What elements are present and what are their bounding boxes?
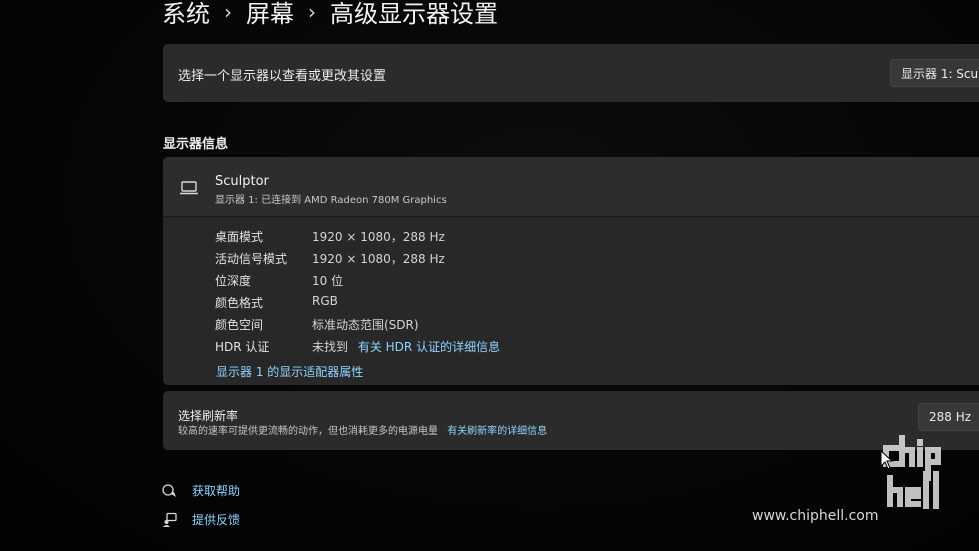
refresh-rate-description-row: 较高的速率可提供更流畅的动作，但也消耗更多的电源电量 有关刷新率的详细信息 [178, 422, 547, 437]
display-connection-info: 显示器 1: 已连接到 AMD Radeon 780M Graphics [215, 195, 447, 206]
display-info-card: Sculptor 显示器 1: 已连接到 AMD Radeon 780M Gra… [163, 157, 979, 385]
feedback-link[interactable]: 提供反馈 [192, 511, 240, 528]
mouse-cursor-icon [880, 450, 894, 470]
settings-window: 系统 › 屏幕 › 高级显示器设置 选择一个显示器以查看或更改其设置 显示器 1… [0, 0, 979, 551]
refresh-rate-dropdown[interactable]: 288 Hz [918, 403, 979, 431]
page-title: 高级显示器设置 [330, 0, 498, 28]
feedback-row[interactable]: 提供反馈 [162, 511, 240, 528]
display-info-heading: 显示器信息 [163, 137, 229, 152]
select-display-card: 选择一个显示器以查看或更改其设置 显示器 1: Sculptor [163, 44, 979, 102]
get-help-row[interactable]: 获取帮助 [162, 482, 240, 499]
active-signal-label: 活动信号模式 [215, 252, 288, 266]
bit-depth-label: 位深度 [215, 274, 252, 288]
chevron-right-icon: › [308, 0, 316, 24]
laptop-icon [180, 181, 198, 195]
hdr-cert-label: HDR 认证 [215, 340, 270, 354]
display-select-dropdown[interactable]: 显示器 1: Sculptor [890, 59, 979, 87]
breadcrumb: 系统 › 屏幕 › 高级显示器设置 [162, 0, 498, 29]
color-format-label: 颜色格式 [215, 296, 264, 310]
refresh-rate-link[interactable]: 有关刷新率的详细信息 [447, 426, 547, 437]
hdr-cert-link[interactable]: 有关 HDR 认证的详细信息 [358, 340, 500, 354]
adapter-properties-link[interactable]: 显示器 1 的显示适配器属性 [216, 363, 363, 380]
hdr-cert-value-row: 未找到 有关 HDR 认证的详细信息 [312, 338, 500, 355]
get-help-link[interactable]: 获取帮助 [192, 482, 240, 499]
select-display-label: 选择一个显示器以查看或更改其设置 [178, 69, 387, 84]
breadcrumb-system[interactable]: 系统 [162, 0, 210, 29]
help-chat-icon [162, 483, 176, 497]
chiphell-logo-icon [883, 435, 941, 509]
color-space-value: 标准动态范围(SDR) [312, 318, 419, 332]
display-info-header: Sculptor 显示器 1: 已连接到 AMD Radeon 780M Gra… [163, 157, 979, 217]
bit-depth-value: 10 位 [312, 274, 344, 288]
breadcrumb-display[interactable]: 屏幕 [246, 0, 294, 29]
desktop-mode-label: 桌面模式 [215, 230, 264, 244]
desktop-mode-value: 1920 × 1080，288 Hz [312, 230, 445, 244]
active-signal-value: 1920 × 1080，288 Hz [312, 252, 445, 266]
watermark-site: www.chiphell.com [752, 508, 879, 524]
color-space-label: 颜色空间 [215, 318, 264, 332]
chevron-right-icon: › [224, 0, 232, 24]
display-name: Sculptor [215, 174, 269, 189]
refresh-rate-description: 较高的速率可提供更流畅的动作，但也消耗更多的电源电量 [178, 426, 438, 437]
refresh-rate-card: 选择刷新率 较高的速率可提供更流畅的动作，但也消耗更多的电源电量 有关刷新率的详… [163, 391, 979, 450]
hdr-cert-value: 未找到 [312, 340, 349, 354]
color-format-value: RGB [312, 294, 338, 308]
feedback-icon [163, 512, 177, 527]
